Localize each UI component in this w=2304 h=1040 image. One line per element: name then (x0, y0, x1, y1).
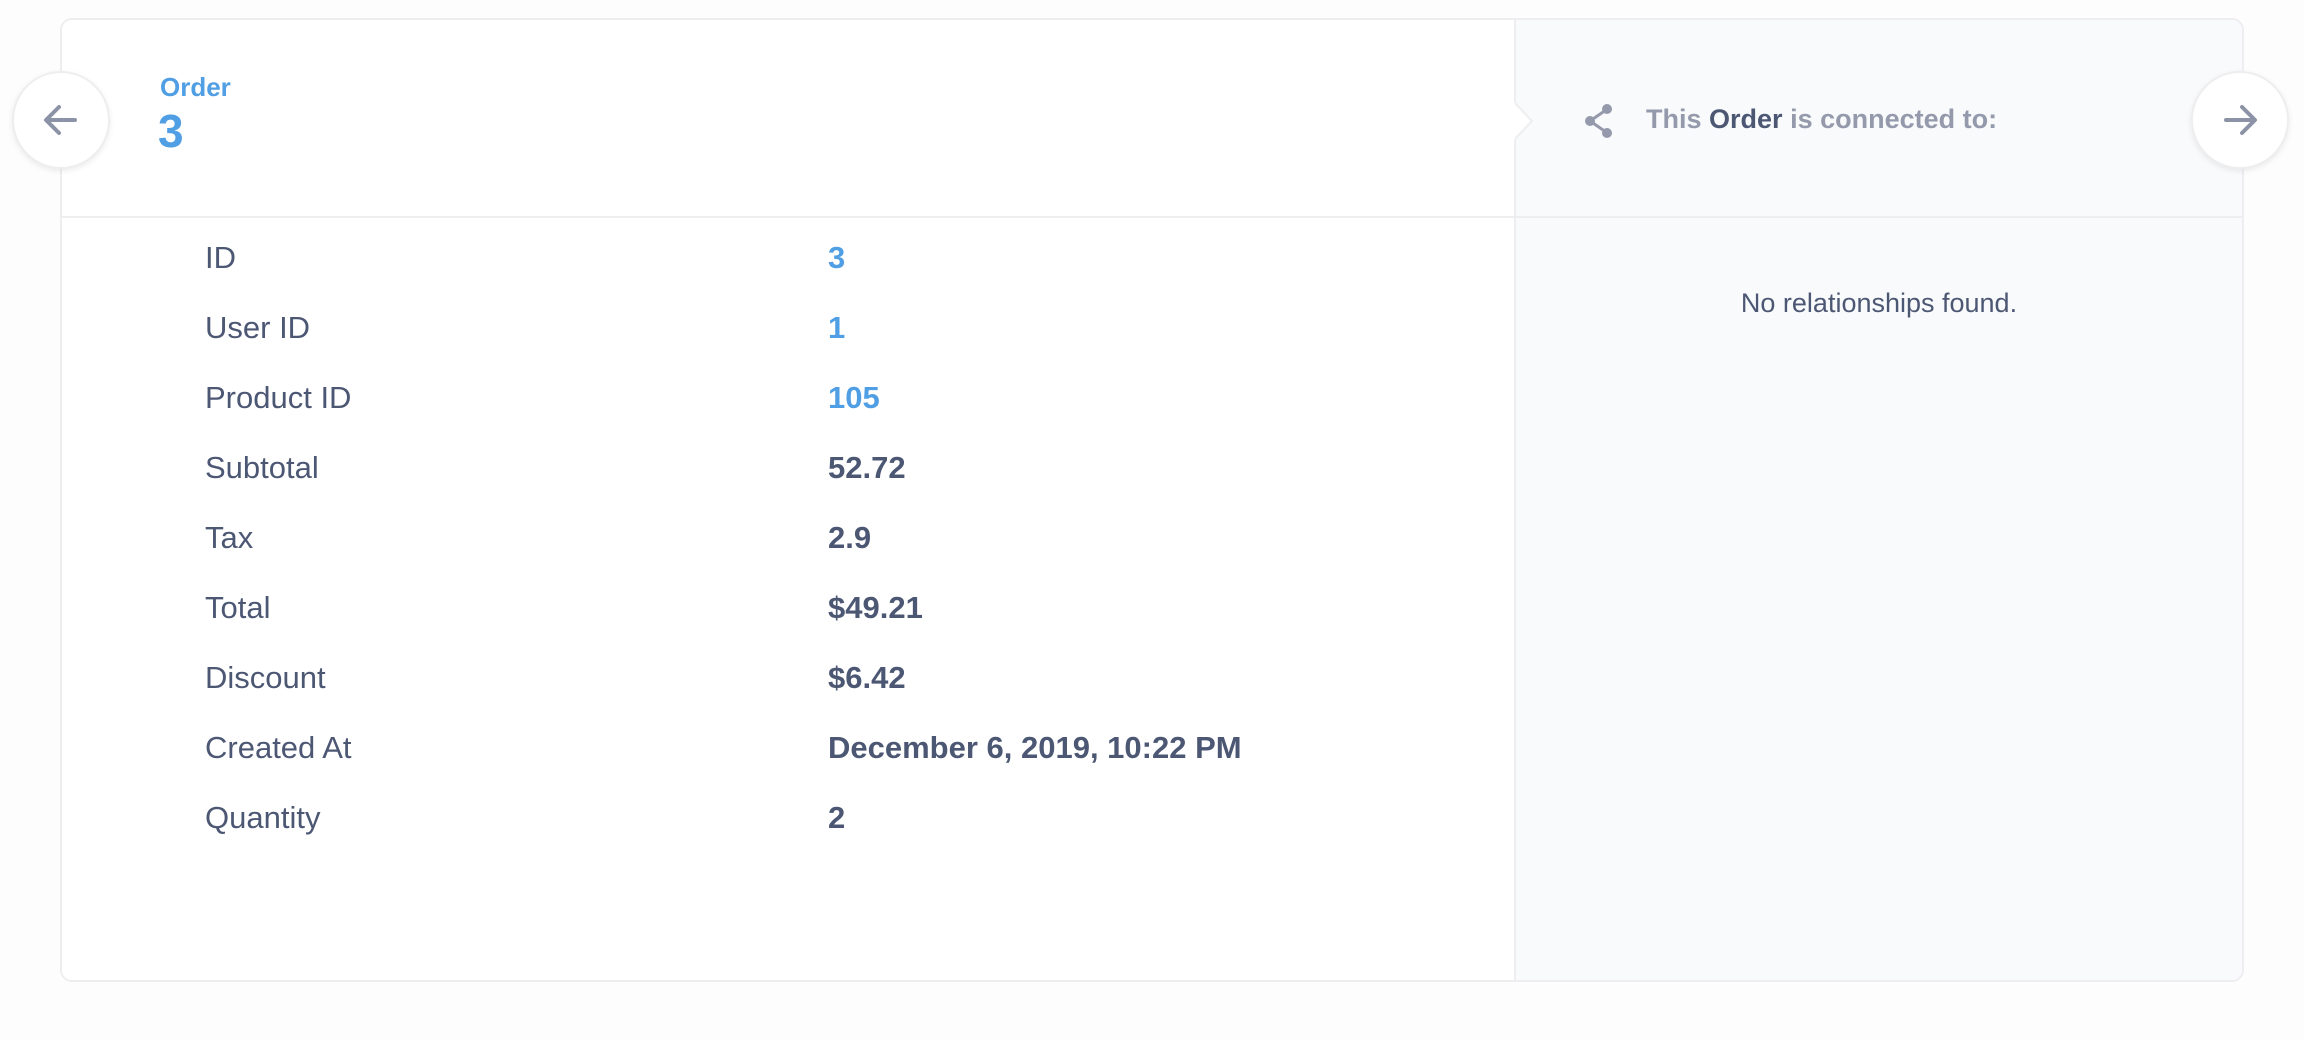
field-value: 2 (828, 800, 846, 835)
relationships-header: This Order is connected to: (1514, 20, 2242, 218)
arrow-left-icon (44, 105, 77, 135)
relationships-title-suffix: is connected to: (1790, 104, 1998, 134)
object-detail-pane: Order 3 ID 3 User ID 1 Product ID 105 Su… (62, 20, 1514, 980)
relationships-title-prefix: This (1646, 104, 1702, 134)
relationships-pane: This Order is connected to: No relations… (1514, 20, 2242, 980)
entity-type-label: Order (160, 72, 231, 102)
next-record-button[interactable] (2191, 71, 2289, 169)
field-value: December 6, 2019, 10:22 PM (828, 730, 1242, 765)
share-icon (1585, 104, 1612, 138)
field-value: $49.21 (828, 590, 923, 625)
field-value: $6.42 (828, 660, 906, 695)
field-value-link[interactable]: 3 (828, 240, 845, 276)
field-value-link[interactable]: 105 (828, 380, 880, 416)
field-label: ID (205, 240, 236, 275)
field-row-product-id: Product ID 105 (62, 358, 1514, 428)
relationships-empty-message: No relationships found. (1740, 288, 2018, 318)
previous-record-button[interactable] (12, 71, 110, 169)
field-row-total: Total $49.21 (62, 568, 1514, 638)
pane-notch (1514, 102, 1534, 140)
relationships-title-entity: Order (1709, 104, 1783, 134)
field-row-discount: Discount $6.42 (62, 638, 1514, 708)
field-row-id: ID 3 (62, 218, 1514, 288)
field-value: 52.72 (828, 450, 906, 485)
field-label: Subtotal (205, 450, 319, 485)
field-label: User ID (205, 310, 311, 345)
field-row-subtotal: Subtotal 52.72 (62, 428, 1514, 498)
object-detail-card: Order 3 ID 3 User ID 1 Product ID 105 Su… (60, 18, 2244, 982)
field-label: Tax (205, 520, 254, 555)
field-label: Total (205, 590, 271, 625)
field-row-user-id: User ID 1 (62, 288, 1514, 358)
object-header: Order 3 (62, 20, 1514, 218)
relationships-title: This Order is connected to: (1646, 104, 1997, 135)
field-value-link[interactable]: 1 (828, 310, 845, 346)
field-label: Discount (205, 660, 326, 695)
field-label: Product ID (205, 380, 352, 415)
field-row-quantity: Quantity 2 (62, 778, 1514, 848)
arrow-right-icon (2224, 105, 2257, 135)
field-value: 2.9 (828, 520, 872, 555)
entity-id-title: 3 (158, 105, 184, 157)
field-row-tax: Tax 2.9 (62, 498, 1514, 568)
field-label: Created At (205, 730, 352, 765)
field-label: Quantity (205, 800, 321, 835)
field-row-created-at: Created At December 6, 2019, 10:22 PM (62, 708, 1514, 778)
